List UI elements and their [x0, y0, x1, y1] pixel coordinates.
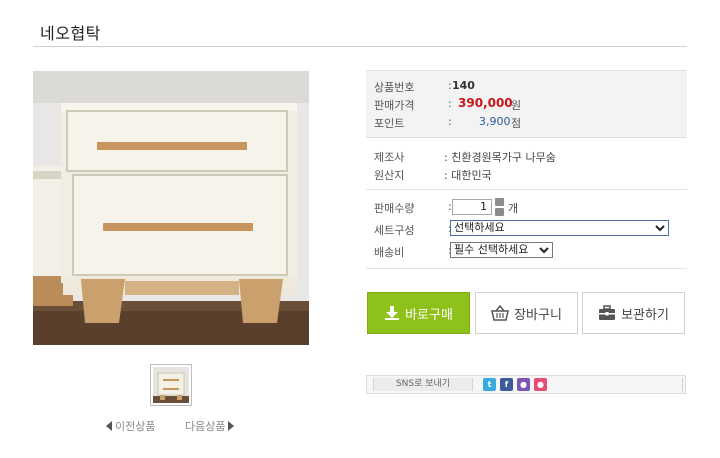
point-label: 포인트 — [374, 117, 405, 130]
download-icon — [385, 306, 400, 320]
chevron-down-icon — [655, 225, 665, 232]
save-for-later-label: 보관하기 — [621, 307, 669, 323]
maker-label: 제조사 — [374, 151, 405, 164]
quantity-stepper[interactable] — [495, 198, 504, 216]
origin-value: : 대한민국 — [444, 169, 492, 182]
qty-label: 판매수량 — [374, 202, 415, 215]
section-divider — [366, 189, 687, 190]
kakaostory-icon[interactable]: ● — [534, 378, 547, 391]
facebook-icon[interactable]: f — [500, 378, 513, 391]
options-divider — [366, 268, 687, 269]
point-value: 3,900 — [479, 115, 511, 128]
me2day-icon[interactable]: ● — [517, 378, 530, 391]
save-for-later-button[interactable]: 보관하기 — [582, 292, 685, 334]
product-thumbnail[interactable] — [150, 364, 192, 406]
point-colon: : — [448, 115, 452, 128]
arrow-right-icon — [228, 421, 235, 431]
qty-unit: 개 — [508, 202, 519, 215]
code-value: 140 — [452, 79, 475, 92]
add-to-cart-label: 장바구니 — [514, 307, 562, 323]
price-colon: : — [448, 97, 452, 110]
next-product-label: 다음상품 — [185, 420, 226, 433]
ship-label: 배송비 — [374, 246, 405, 259]
ship-selected-value: 필수 선택하세요 — [454, 243, 529, 256]
prev-product-label: 이전상품 — [115, 420, 156, 433]
stepper-down-icon[interactable] — [495, 208, 504, 216]
title-divider — [33, 46, 687, 47]
set-select[interactable]: 선택하세요 — [450, 220, 669, 236]
arrow-left-icon — [106, 421, 112, 431]
buy-now-label: 바로구매 — [405, 307, 453, 323]
price-value: 390,000 — [458, 96, 513, 110]
twitter-icon[interactable]: t — [483, 378, 496, 391]
basket-icon — [491, 305, 510, 321]
origin-label: 원산지 — [374, 169, 405, 182]
briefcase-icon — [599, 305, 616, 320]
sns-share-bar: SNS로 보내기 t f ● ● — [366, 375, 686, 394]
sns-share-label: SNS로 보내기 — [373, 378, 473, 391]
next-product-link[interactable]: 다음상품 — [185, 418, 235, 434]
set-selected-value: 선택하세요 — [454, 221, 505, 234]
price-label: 판매가격 — [374, 99, 415, 112]
page-title: 네오협탁 — [40, 24, 101, 43]
set-label: 세트구성 — [374, 224, 415, 237]
product-image — [33, 71, 309, 345]
maker-value: : 친환경원목가구 나무숨 — [444, 151, 556, 164]
add-to-cart-button[interactable]: 장바구니 — [475, 292, 578, 334]
chevron-down-icon — [539, 247, 549, 254]
prev-product-link[interactable]: 이전상품 — [106, 418, 155, 434]
code-label: 상품번호 — [374, 81, 415, 94]
shipping-select[interactable]: 필수 선택하세요 — [450, 242, 553, 258]
buy-now-button[interactable]: 바로구매 — [367, 292, 470, 334]
sns-bar-edge — [682, 378, 683, 391]
stepper-up-icon[interactable] — [495, 198, 504, 206]
quantity-input[interactable]: 1 — [452, 199, 492, 215]
point-unit: 점 — [511, 117, 522, 130]
price-unit: 원 — [511, 99, 522, 112]
